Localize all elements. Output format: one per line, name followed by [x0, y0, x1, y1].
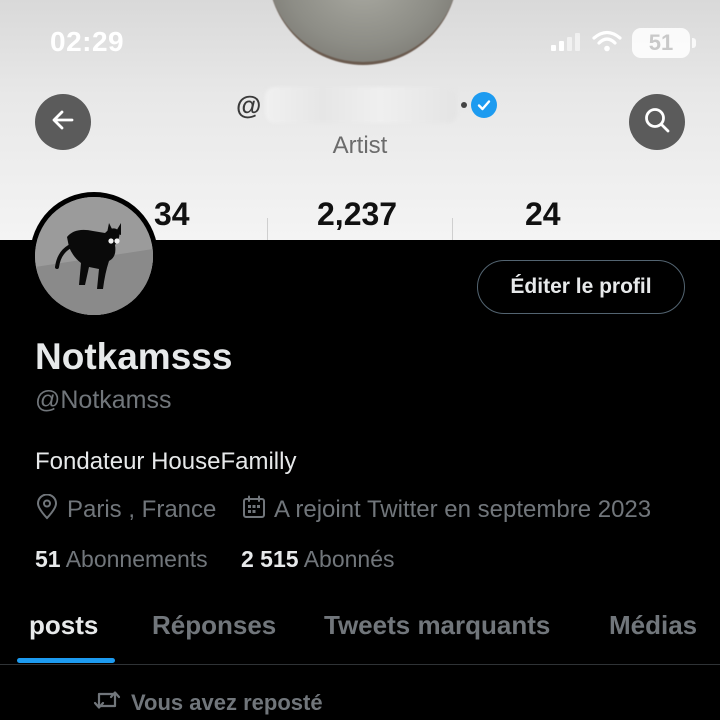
active-tab-indicator: [17, 658, 115, 663]
profile-avatar[interactable]: [30, 192, 158, 320]
battery-indicator: 51: [632, 28, 696, 58]
user-handle: @Notkamss: [35, 386, 172, 414]
join-date: A rejoint Twitter en septembre 2023: [242, 494, 651, 526]
tab-posts[interactable]: posts: [29, 610, 98, 641]
banner-subtitle: Artist: [332, 132, 388, 159]
location-text: Paris , France: [67, 496, 217, 523]
following-count: 51: [35, 546, 61, 572]
stat-divider: [267, 218, 268, 240]
search-icon: [643, 106, 671, 139]
stat-divider: [452, 218, 453, 240]
bio: Fondateur HouseFamilly: [35, 448, 297, 475]
following-link[interactable]: 51 Abonnements: [35, 546, 208, 573]
tab-media[interactable]: Médias: [609, 610, 697, 641]
banner-stat-1: 34: [154, 196, 190, 232]
edit-profile-button[interactable]: Éditer le profil: [477, 260, 685, 314]
search-button[interactable]: [629, 94, 685, 150]
blurred-handle: [265, 87, 458, 123]
repost-icon: [93, 689, 121, 717]
wifi-icon: [592, 30, 622, 57]
avatar-image: [35, 197, 153, 315]
banner-stat-2: 2,237: [317, 196, 398, 232]
location: Paris , France: [35, 493, 217, 527]
status-time: 02:29: [50, 26, 125, 57]
location-pin-icon: [35, 493, 59, 527]
banner-stat-3: 24: [525, 196, 561, 232]
back-arrow-icon: [50, 107, 76, 138]
banner-handle: @: [236, 86, 498, 124]
banner-at-symbol: @: [236, 89, 262, 120]
tab-replies[interactable]: Réponses: [152, 610, 276, 641]
display-name: Notkamsss: [35, 336, 233, 377]
followers-link[interactable]: 2 515 Abonnés: [241, 546, 395, 573]
join-date-text: A rejoint Twitter en septembre 2023: [274, 496, 652, 523]
following-label: Abonnements: [65, 546, 208, 572]
banner-dot: [461, 102, 468, 108]
back-button[interactable]: [35, 94, 91, 150]
tabs-divider: [0, 664, 720, 665]
status-indicators: 51: [550, 26, 696, 60]
repost-text: Vous avez reposté: [131, 690, 323, 715]
followers-count: 2 515: [241, 546, 299, 572]
signal-icon: [550, 30, 582, 57]
followers-label: Abonnés: [303, 546, 395, 572]
banner-image: [268, 0, 458, 65]
verified-icon: [471, 92, 498, 118]
battery-level: 51: [648, 30, 674, 55]
calendar-icon: [242, 495, 266, 526]
tab-highlights[interactable]: Tweets marquants: [324, 610, 550, 641]
repost-context: Vous avez reposté: [93, 688, 323, 718]
